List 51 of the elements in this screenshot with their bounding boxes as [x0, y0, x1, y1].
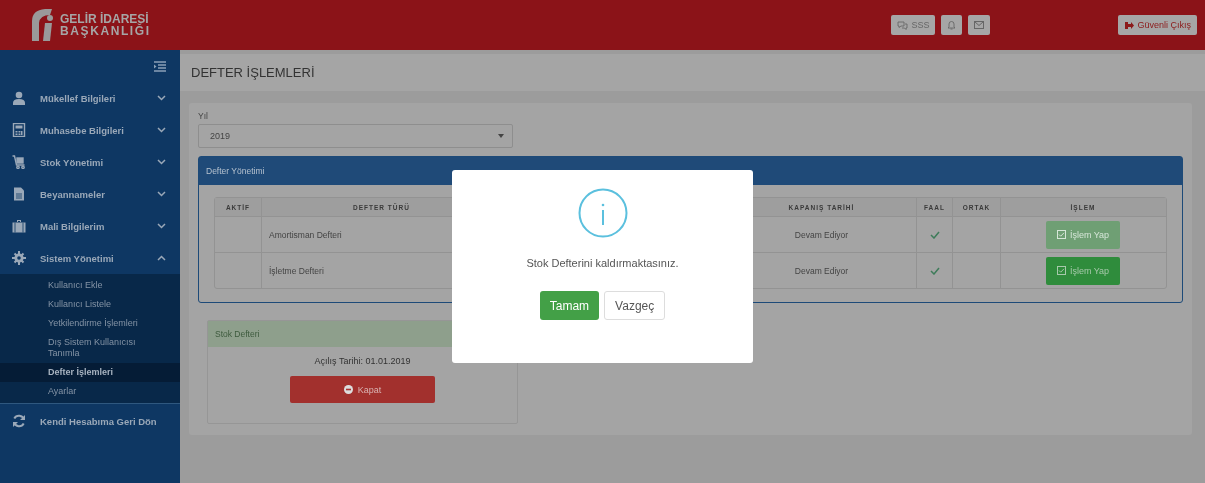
user-icon — [12, 91, 26, 105]
briefcase-icon — [12, 219, 26, 233]
envelope-icon — [974, 21, 985, 29]
submenu-item[interactable]: Kullanıcı Listele — [0, 295, 180, 314]
submenu-item[interactable]: Dış Sistem Kullanıcısı Tanımla — [0, 333, 180, 363]
sidebar-item[interactable]: Beyannameler — [0, 178, 180, 210]
dialog-message: Stok Defterini kaldırmaktasınız. — [526, 257, 679, 269]
chevron-icon — [157, 255, 166, 261]
document-icon — [12, 187, 26, 201]
logo-text: BAŞKANLIĞI — [60, 25, 151, 37]
cart-icon — [12, 155, 26, 169]
chevron-icon — [157, 191, 166, 197]
chat-icon — [897, 20, 909, 30]
year-select[interactable]: 2019 — [198, 124, 513, 148]
logout-icon — [1124, 20, 1135, 30]
info-icon — [577, 188, 628, 238]
page-title: DEFTER İŞLEMLERİ — [191, 65, 315, 80]
sidebar-item[interactable]: Kendi Hesabıma Geri Dön — [0, 403, 180, 438]
chevron-icon — [157, 127, 166, 133]
field-label: Yıl — [198, 111, 208, 121]
card-title: Stok Defteri — [215, 329, 260, 339]
checkbox-icon — [1056, 230, 1066, 239]
messages-button[interactable] — [968, 15, 991, 35]
caret-icon — [498, 134, 504, 138]
sidebar-item[interactable]: Mali Bilgilerim — [0, 210, 180, 242]
submenu-item[interactable]: Ayarlar — [0, 382, 180, 401]
bell-icon — [947, 20, 957, 30]
notifications-button[interactable] — [941, 15, 963, 35]
logout-button[interactable]: Güvenli Çıkış — [1118, 15, 1197, 35]
sidebar-item[interactable]: Muhasebe Bilgileri — [0, 114, 180, 146]
chevron-icon — [157, 95, 166, 101]
minus-circle-icon — [343, 385, 353, 394]
opening-date: Açılış Tarihi: 01.01.2019 — [314, 356, 411, 366]
sidebar-item[interactable]: Stok Yönetimi — [0, 146, 180, 178]
settings-icon — [12, 251, 26, 265]
submenu-item[interactable]: Defter İşlemleri — [0, 363, 180, 382]
submenu-item[interactable]: Kullanıcı Ekle — [0, 276, 180, 295]
panel-title: Defter Yönetimi — [206, 166, 265, 176]
close-button[interactable]: Kapat — [290, 376, 435, 403]
calculator-icon — [12, 123, 26, 137]
cancel-button[interactable]: Vazgeç — [604, 291, 666, 320]
menu-icon[interactable] — [154, 60, 166, 72]
refresh-icon — [12, 414, 26, 428]
submenu-item[interactable]: Yetkilendirme İşlemleri — [0, 314, 180, 333]
checkbox-icon — [1056, 266, 1066, 275]
chevron-icon — [157, 159, 166, 165]
chevron-icon — [157, 223, 166, 229]
sidebar-item[interactable]: Sistem Yönetimi — [0, 242, 180, 274]
confirm-button[interactable]: Tamam — [539, 291, 600, 320]
logo-text: GELİR İDARESİ — [60, 13, 150, 25]
sidebar-item[interactable]: Mükellef Bilgileri — [0, 82, 180, 114]
